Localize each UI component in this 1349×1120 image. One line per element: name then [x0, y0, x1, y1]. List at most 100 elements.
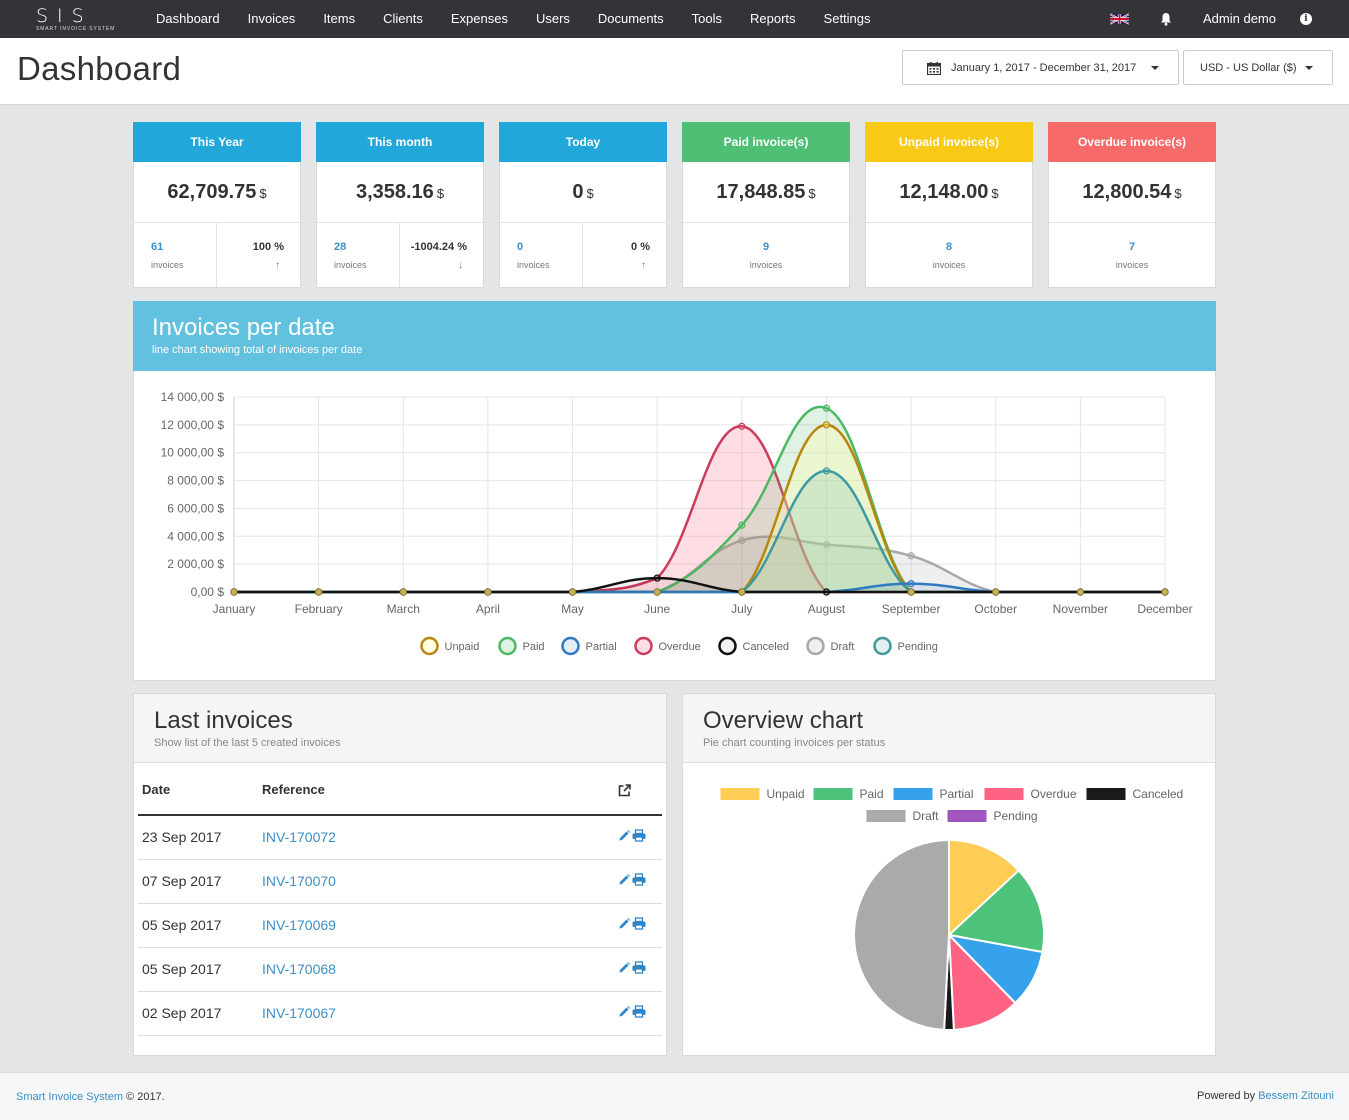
data-point[interactable]: [399, 588, 407, 596]
data-point[interactable]: [568, 588, 577, 596]
data-point[interactable]: [738, 422, 746, 430]
legend-item-unpaid[interactable]: Unpaid: [720, 787, 805, 801]
nav-item-clients[interactable]: Clients: [369, 0, 437, 38]
legend-label: Overdue: [1031, 787, 1077, 801]
card-footer: 0 invoices 0 % ↑: [500, 223, 666, 287]
data-point[interactable]: [822, 588, 831, 596]
legend-label: Overdue: [659, 641, 701, 653]
nav-item-settings[interactable]: Settings: [810, 0, 885, 38]
legend-item-partial[interactable]: Partial: [893, 787, 974, 801]
data-point[interactable]: [907, 580, 915, 588]
nav-item-dashboard[interactable]: Dashboard: [142, 0, 234, 38]
legend-item-canceled[interactable]: Canceled: [718, 636, 789, 656]
data-point[interactable]: [992, 588, 1000, 596]
pencil-icon[interactable]: [618, 829, 631, 842]
pie-slice-draft[interactable]: [853, 838, 950, 1031]
pencil-icon[interactable]: [618, 961, 631, 974]
invoice-reference-link[interactable]: INV-170070: [258, 859, 614, 904]
data-point[interactable]: [653, 574, 661, 582]
data-point[interactable]: [1076, 588, 1085, 596]
invoice-count[interactable]: 7: [1049, 241, 1215, 253]
data-point[interactable]: [907, 588, 915, 596]
info-icon[interactable]: i: [1300, 13, 1312, 25]
legend-item-draft[interactable]: Draft: [866, 809, 940, 823]
pencil-icon[interactable]: [618, 917, 631, 930]
footer-author-link[interactable]: Bessem Zitouni: [1258, 1090, 1334, 1102]
print-icon[interactable]: [632, 961, 646, 974]
data-point[interactable]: [230, 588, 238, 596]
legend-item-overdue[interactable]: Overdue: [984, 787, 1077, 801]
card-title: Paid invoice(s): [682, 122, 850, 162]
nav-item-expenses[interactable]: Expenses: [437, 0, 522, 38]
print-icon[interactable]: [632, 873, 646, 886]
chevron-down-icon: [1305, 66, 1313, 70]
data-point[interactable]: [314, 588, 323, 596]
sis-logo[interactable]: SIS SMART INVOICE SYSTEM: [34, 6, 126, 32]
percent-change: -1004.24 %: [410, 241, 467, 253]
data-point[interactable]: [653, 588, 661, 596]
legend-item-unpaid[interactable]: Unpaid: [420, 636, 480, 656]
page-title: Dashboard: [17, 50, 182, 87]
legend-item-draft[interactable]: Draft: [806, 636, 855, 656]
user-menu[interactable]: Admin demo: [1203, 0, 1276, 38]
invoice-reference-link[interactable]: INV-170067: [258, 991, 614, 1036]
data-point[interactable]: [484, 588, 492, 596]
y-tick-label: 12 000,00 $: [161, 418, 225, 432]
legend-item-paid[interactable]: Paid: [813, 787, 884, 801]
panel-subtitle: Show list of the last 5 created invoices: [154, 737, 341, 749]
nav-item-documents[interactable]: Documents: [584, 0, 678, 38]
invoice-reference-link[interactable]: INV-170069: [258, 903, 614, 948]
invoice-reference-link[interactable]: INV-170068: [258, 947, 614, 992]
bell-icon[interactable]: [1160, 12, 1172, 26]
top-navbar: SIS SMART INVOICE SYSTEM Dashboard Invoic…: [0, 0, 1349, 38]
external-link-icon[interactable]: [618, 783, 631, 797]
invoice-count[interactable]: 61: [151, 241, 163, 253]
footer-home-link[interactable]: Smart Invoice System: [16, 1091, 123, 1103]
invoice-count[interactable]: 9: [683, 241, 849, 253]
data-point[interactable]: [738, 588, 746, 596]
invoice-count[interactable]: 8: [866, 241, 1032, 253]
table-row: 07 Sep 2017 INV-170070: [138, 859, 662, 904]
page-footer: Smart Invoice System © 2017. Powered by …: [0, 1072, 1349, 1120]
nav-item-reports[interactable]: Reports: [736, 0, 810, 38]
column-header-actions: [614, 764, 662, 816]
invoice-count[interactable]: 28: [334, 241, 346, 253]
currency-select[interactable]: USD - US Dollar ($): [1183, 50, 1333, 85]
nav-item-invoices[interactable]: Invoices: [234, 0, 310, 38]
print-icon[interactable]: [632, 1005, 646, 1018]
data-point[interactable]: [822, 404, 831, 412]
panel-title: Overview chart: [703, 707, 864, 734]
legend-item-pending[interactable]: Pending: [873, 636, 938, 656]
date-range-picker[interactable]: January 1, 2017 - December 31, 2017: [902, 50, 1179, 85]
pencil-icon[interactable]: [618, 1005, 631, 1018]
legend-item-overdue[interactable]: Overdue: [634, 636, 701, 656]
nav-item-items[interactable]: Items: [309, 0, 369, 38]
y-tick-label: 4 000,00 $: [167, 529, 224, 543]
print-icon[interactable]: [632, 829, 646, 842]
data-point[interactable]: [907, 552, 915, 560]
legend-item-pending[interactable]: Pending: [947, 809, 1038, 823]
card-amount: 12,800.54 $: [1049, 162, 1215, 223]
table-row: 23 Sep 2017 INV-170072: [138, 815, 662, 860]
data-point[interactable]: [738, 521, 746, 529]
amount-value: 17,848.85: [716, 181, 806, 203]
legend-item-partial[interactable]: Partial: [561, 636, 617, 656]
nav-item-users[interactable]: Users: [522, 0, 584, 38]
pencil-icon[interactable]: [618, 873, 631, 886]
panel-subtitle: Pie chart counting invoices per status: [703, 737, 886, 749]
overview-chart-panel: Overview chart Pie chart counting invoic…: [682, 693, 1216, 1056]
legend-label: Unpaid: [445, 641, 480, 653]
card-count-cell: 28 invoices: [317, 223, 400, 287]
data-point[interactable]: [1161, 588, 1169, 596]
nav-item-tools[interactable]: Tools: [678, 0, 736, 38]
uk-flag-icon[interactable]: [1110, 13, 1129, 25]
data-point[interactable]: [822, 421, 831, 429]
data-point[interactable]: [822, 467, 831, 475]
stat-card-unpaid-invoice-s: Unpaid invoice(s) 12,148.00 $ 8 invoices: [865, 122, 1033, 288]
print-icon[interactable]: [632, 917, 646, 930]
legend-label: Draft: [831, 641, 855, 653]
invoice-count[interactable]: 0: [517, 241, 523, 253]
legend-item-paid[interactable]: Paid: [498, 636, 545, 656]
invoice-reference-link[interactable]: INV-170072: [258, 815, 614, 860]
legend-item-canceled[interactable]: Canceled: [1086, 787, 1184, 801]
